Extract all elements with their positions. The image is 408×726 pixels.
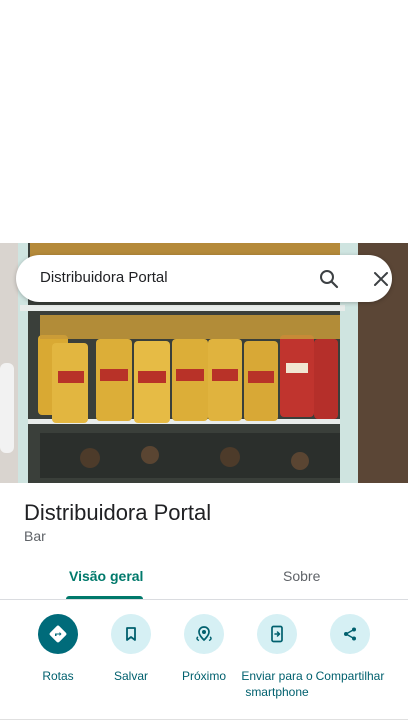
- share-label: Compartilhar: [315, 669, 385, 683]
- place-title: Distribuidora Portal: [24, 500, 212, 525]
- send-to-phone-label: Enviar para o smartphone: [241, 669, 313, 699]
- search-query[interactable]: Distribuidora Portal: [40, 269, 168, 286]
- map-blank-area: [0, 0, 408, 243]
- nearby-icon: [184, 614, 224, 654]
- nearby-button[interactable]: Próximo: [164, 612, 244, 684]
- active-tab-indicator: [66, 596, 143, 599]
- share-icon: [330, 614, 370, 654]
- divider: [0, 719, 408, 720]
- place-category[interactable]: Bar: [24, 528, 46, 544]
- directions-icon: [38, 614, 78, 654]
- save-button[interactable]: Salvar: [91, 612, 171, 684]
- search-button[interactable]: [316, 266, 342, 292]
- close-icon: [374, 272, 388, 286]
- tab-overview[interactable]: Visão geral: [69, 568, 143, 584]
- share-button[interactable]: Compartilhar: [310, 612, 390, 684]
- search-icon: [320, 270, 339, 289]
- close-button[interactable]: [368, 266, 394, 292]
- tab-about[interactable]: Sobre: [283, 568, 320, 584]
- action-bar: Rotas Salvar Próximo Enviar para o smart…: [0, 612, 408, 712]
- search-bar[interactable]: Distribuidora Portal: [16, 255, 392, 302]
- send-to-phone-button[interactable]: Enviar para o smartphone: [237, 612, 317, 700]
- send-to-phone-icon: [257, 614, 297, 654]
- tab-bar: Visão geral Sobre: [0, 560, 408, 600]
- directions-label: Rotas: [42, 669, 74, 683]
- nearby-label: Próximo: [181, 669, 226, 683]
- save-label: Salvar: [113, 669, 148, 683]
- directions-button[interactable]: Rotas: [18, 612, 98, 684]
- bookmark-icon: [111, 614, 151, 654]
